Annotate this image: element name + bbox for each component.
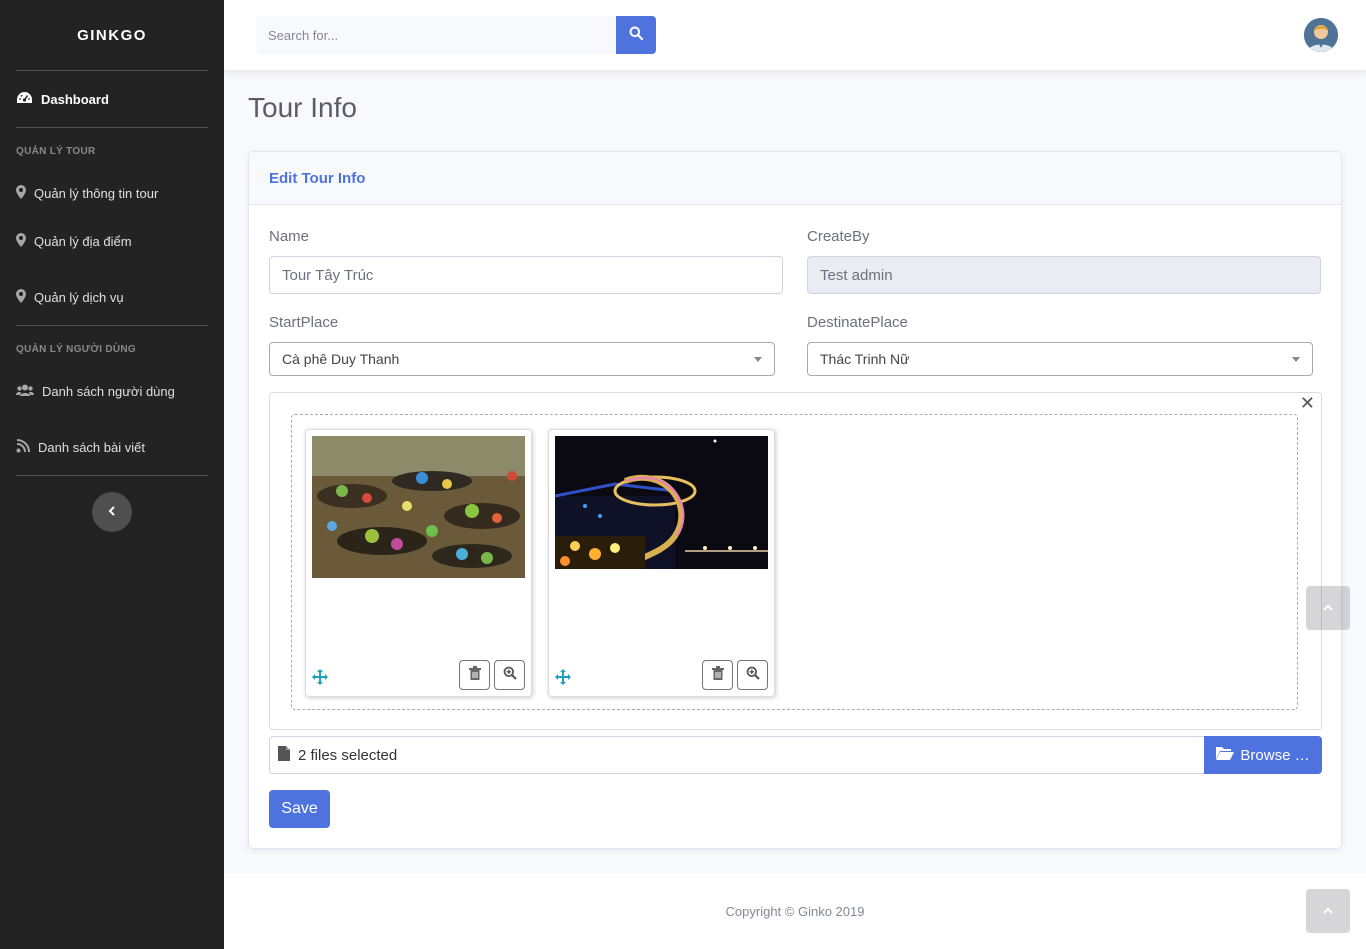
chevron-left-icon <box>108 503 116 521</box>
sidebar-item-places[interactable]: Quản lý địa điểm <box>0 213 224 269</box>
name-field[interactable]: Tour Tây Trúc <box>269 256 783 294</box>
sidebar-item-services[interactable]: Quản lý dịch vụ <box>0 269 224 325</box>
sidebar-heading-users: QUẢN LÝ NGƯỜI DÙNG <box>16 344 137 355</box>
topbar <box>224 0 1366 70</box>
delete-file-button[interactable] <box>459 660 490 690</box>
folder-open-icon <box>1216 746 1235 764</box>
file-thumbnail <box>305 429 532 697</box>
destinate-value: Thác Trinh Nữ <box>820 351 910 367</box>
move-icon[interactable] <box>312 669 328 690</box>
tachometer-icon <box>16 91 33 108</box>
trash-icon <box>711 665 724 685</box>
map-marker-icon <box>16 184 26 202</box>
createby-label: CreateBy <box>807 228 870 245</box>
browse-label: Browse … <box>1240 746 1310 764</box>
sidebar-item-label: Danh sách bài viết <box>38 439 145 455</box>
save-button[interactable]: Save <box>269 790 330 828</box>
trash-icon <box>468 665 481 685</box>
zoom-file-button[interactable] <box>737 660 768 690</box>
page-title: Tour Info <box>248 92 357 123</box>
browse-button[interactable]: Browse … <box>1204 736 1322 774</box>
sidebar-item-label: Dashboard <box>41 91 109 107</box>
map-marker-icon <box>16 288 26 306</box>
destinate-select[interactable]: Thác Trinh Nữ <box>807 342 1313 376</box>
avatar[interactable] <box>1304 18 1338 52</box>
blog-icon <box>16 438 30 456</box>
sidebar-item-label: Danh sách người dùng <box>42 383 175 399</box>
sidebar-item-posts[interactable]: Danh sách bài viết <box>0 419 224 475</box>
copyright-text: Copyright © Ginko 2019 <box>725 903 865 919</box>
file-preview: ✕ <box>269 392 1322 730</box>
market-photo-image <box>312 436 525 578</box>
chevron-up-icon <box>1323 902 1333 920</box>
createby-field: Test admin <box>807 256 1321 294</box>
sidebar-item-label: Quản lý địa điểm <box>34 233 132 249</box>
sidebar-toggle-button[interactable] <box>92 492 132 532</box>
file-drop-zone[interactable] <box>291 414 1298 710</box>
footer: Copyright © Ginko 2019 <box>224 873 1366 949</box>
dropdown-caret-icon <box>754 357 762 362</box>
startplace-value: Cà phê Duy Thanh <box>282 351 400 367</box>
scroll-up-button[interactable] <box>1306 586 1350 630</box>
night-bridge-image <box>555 436 768 569</box>
file-caption: 2 files selected <box>270 745 1204 765</box>
brand-logo[interactable]: GINKGO <box>0 0 224 70</box>
close-icon[interactable]: ✕ <box>1300 393 1315 414</box>
name-value: Tour Tây Trúc <box>282 266 374 284</box>
move-icon[interactable] <box>555 669 571 690</box>
sidebar: GINKGO Dashboard QUẢN LÝ TOUR Quản lý th… <box>0 0 224 949</box>
file-icon <box>278 745 290 765</box>
users-icon <box>16 384 34 399</box>
dropdown-caret-icon <box>1292 357 1300 362</box>
file-thumbnail <box>548 429 775 697</box>
sidebar-item-label: Quản lý dịch vụ <box>34 289 124 305</box>
zoom-in-icon <box>503 666 517 685</box>
delete-file-button[interactable] <box>702 660 733 690</box>
search-icon <box>629 26 644 45</box>
edit-tour-card: Edit Tour Info Name Tour Tây Trúc Create… <box>248 151 1342 849</box>
card-title: Edit Tour Info <box>249 152 1341 205</box>
sidebar-item-tour-info[interactable]: Quản lý thông tin tour <box>0 173 224 213</box>
chevron-up-icon <box>1323 599 1333 617</box>
startplace-label: StartPlace <box>269 314 339 331</box>
search-group <box>256 16 656 54</box>
scroll-to-top-button[interactable] <box>1306 889 1350 933</box>
sidebar-heading-tour: QUẢN LÝ TOUR <box>16 146 96 157</box>
map-marker-icon <box>16 232 26 250</box>
zoom-in-icon <box>746 666 760 685</box>
files-selected-text: 2 files selected <box>298 746 398 764</box>
sidebar-item-label: Quản lý thông tin tour <box>34 185 159 201</box>
sidebar-item-users[interactable]: Danh sách người dùng <box>0 363 224 419</box>
search-button[interactable] <box>616 16 656 54</box>
file-input[interactable]: 2 files selected Browse … <box>269 736 1322 774</box>
sidebar-item-dashboard[interactable]: Dashboard <box>0 71 224 127</box>
zoom-file-button[interactable] <box>494 660 525 690</box>
createby-value: Test admin <box>820 266 893 284</box>
search-input[interactable] <box>256 16 616 54</box>
startplace-select[interactable]: Cà phê Duy Thanh <box>269 342 775 376</box>
destinate-label: DestinatePlace <box>807 314 908 331</box>
sidebar-toggle-wrap <box>0 476 224 532</box>
name-label: Name <box>269 228 310 245</box>
